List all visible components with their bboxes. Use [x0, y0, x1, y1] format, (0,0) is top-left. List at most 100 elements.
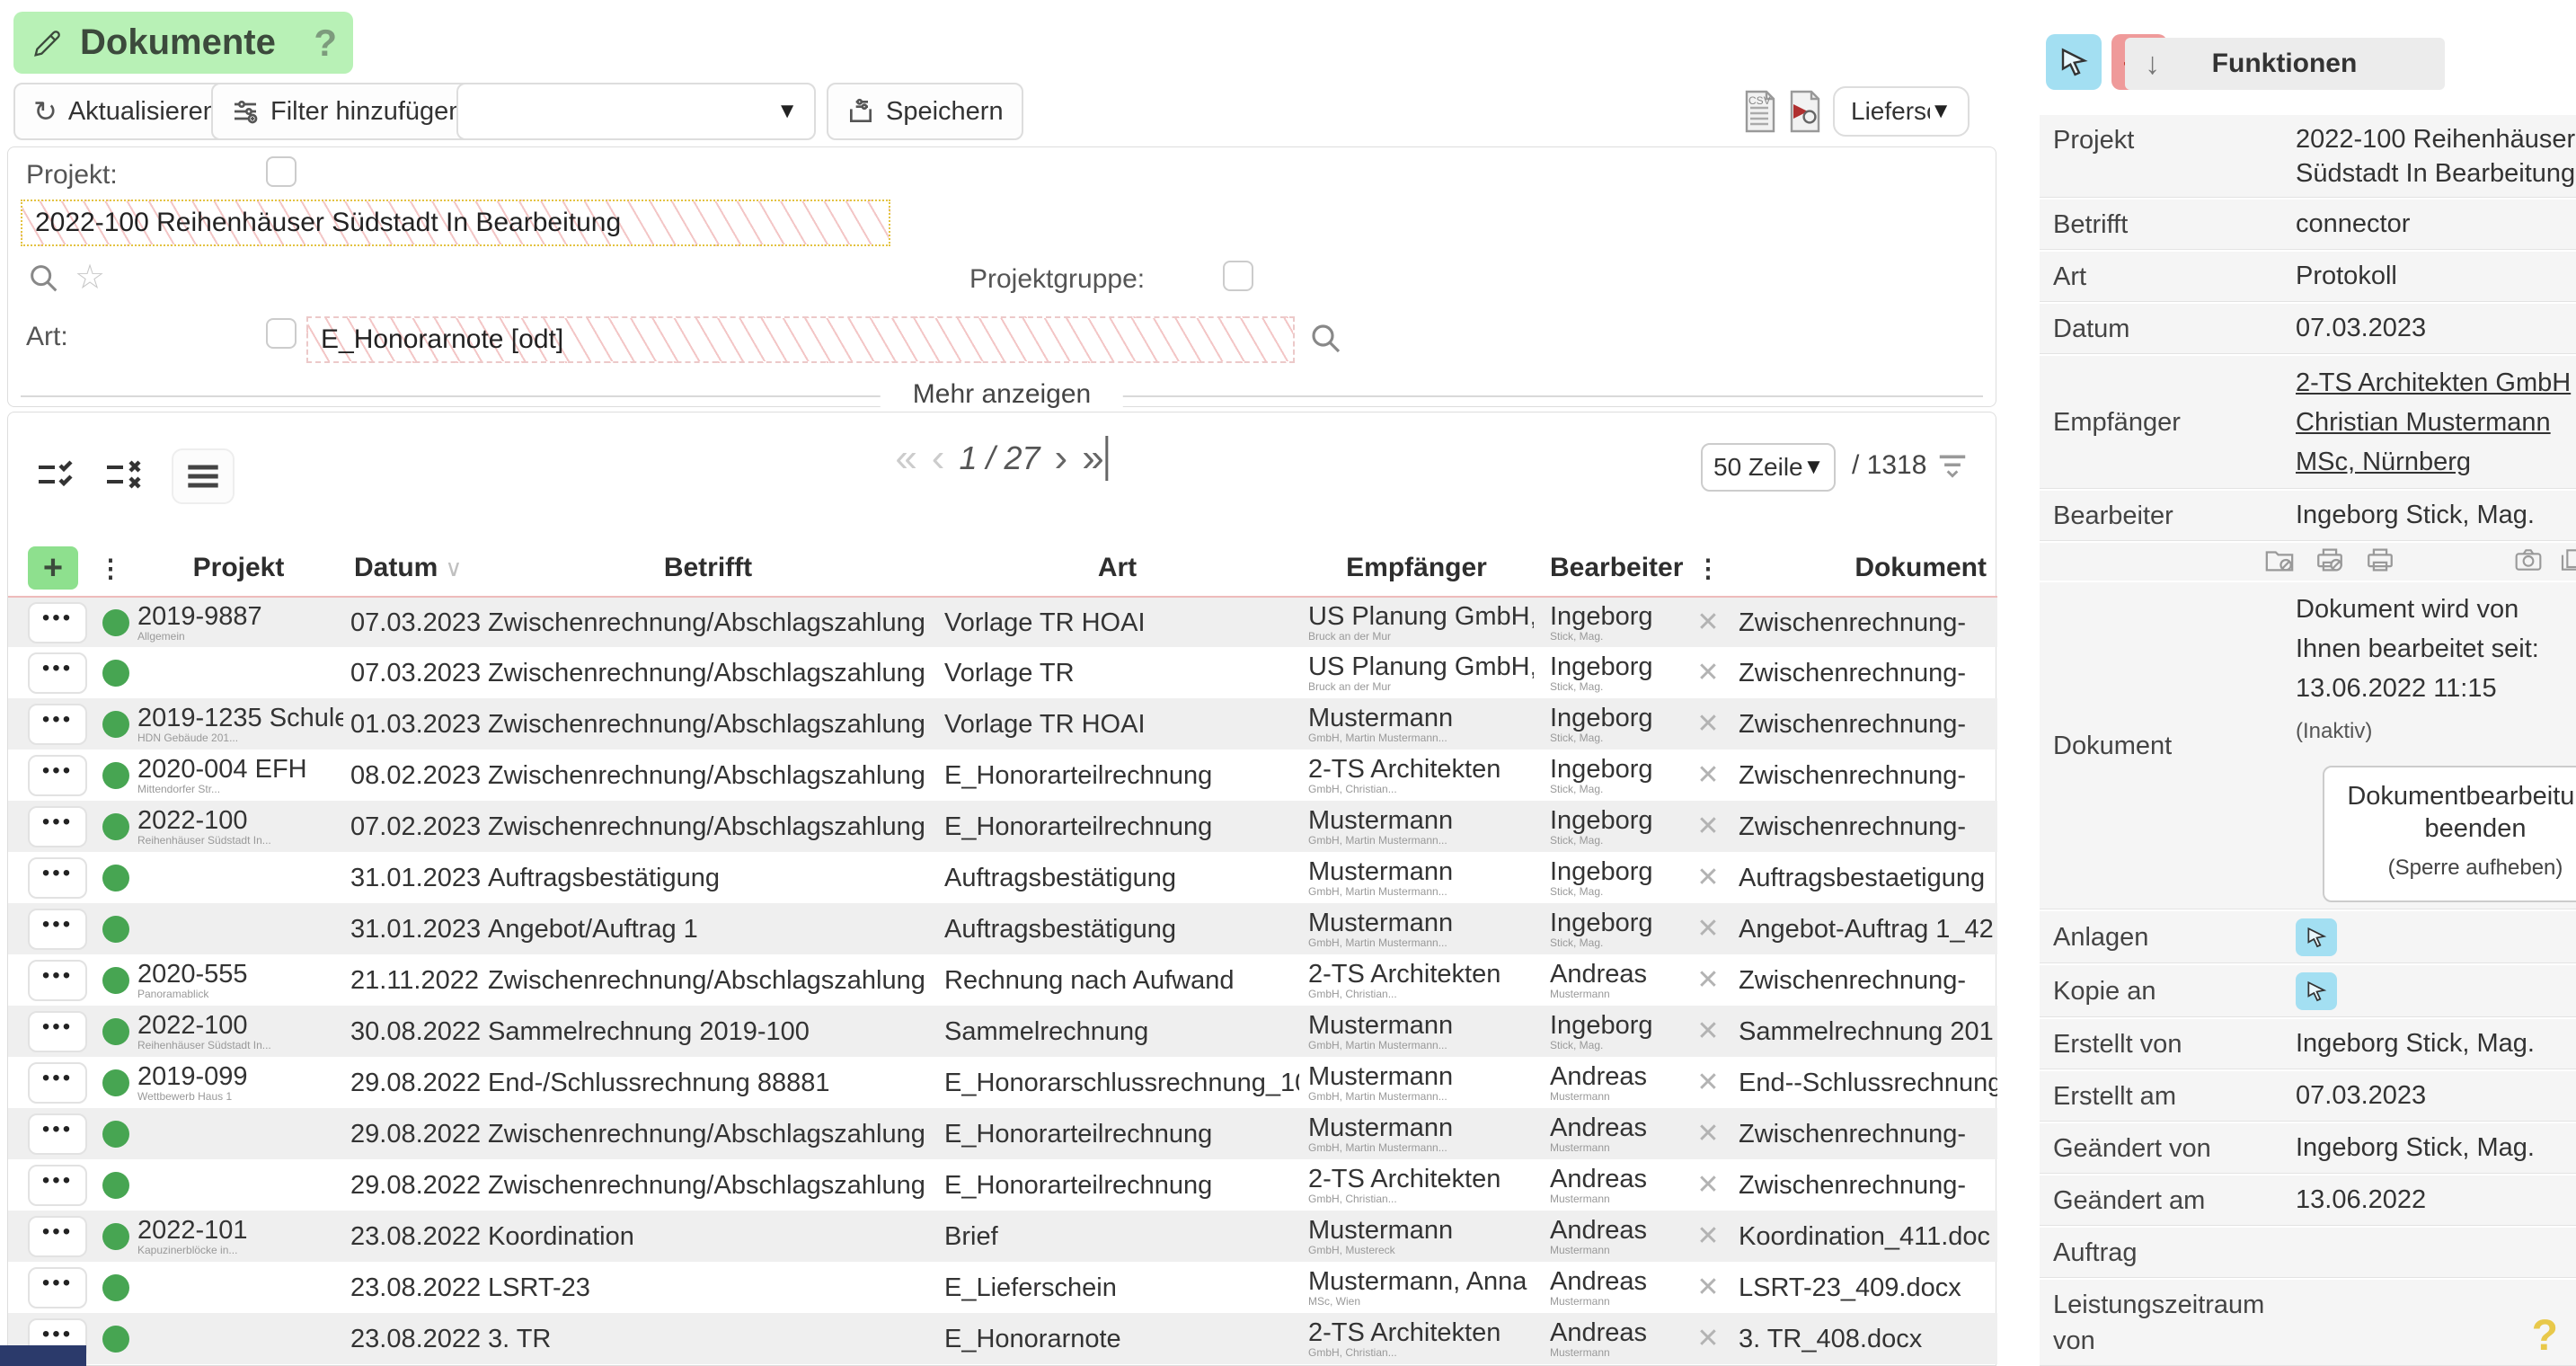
- art-filter-input[interactable]: E_Honorarnote [odt]: [306, 316, 1295, 363]
- empfaenger-link[interactable]: 2-TS Architekten GmbH Christian Musterma…: [2296, 356, 2576, 489]
- save-button[interactable]: Speichern: [827, 83, 1023, 140]
- art-search-icon[interactable]: [1307, 320, 1345, 362]
- dokument-link[interactable]: Koordination_411.doc: [1739, 1222, 1997, 1251]
- row-menu-button[interactable]: •••: [28, 1216, 87, 1257]
- favorite-star-icon[interactable]: ☆: [75, 257, 105, 297]
- remove-x-icon[interactable]: ✕: [1685, 862, 1731, 893]
- remove-x-icon[interactable]: ✕: [1685, 1016, 1731, 1047]
- row-menu-button[interactable]: •••: [28, 806, 87, 847]
- row-menu-button[interactable]: •••: [28, 1062, 87, 1104]
- print-disabled-icon[interactable]: [2315, 546, 2345, 578]
- dokument-link[interactable]: Zwischenrechnung-: [1739, 1171, 1997, 1200]
- remove-x-icon[interactable]: ✕: [1685, 913, 1731, 945]
- next-page-button[interactable]: ›: [1055, 436, 1068, 481]
- saved-filter-select[interactable]: ▼: [456, 83, 816, 140]
- copy-icon[interactable]: [2559, 546, 2576, 578]
- table-row[interactable]: •••31.01.2023AuftragsbestätigungAuftrags…: [8, 852, 1997, 903]
- remove-x-icon[interactable]: ✕: [1685, 1323, 1731, 1354]
- panel-help-icon[interactable]: ?: [2532, 1311, 2558, 1361]
- dokument-link[interactable]: Zwischenrechnung-: [1739, 608, 1997, 637]
- column-header-dokument[interactable]: Dokument: [1731, 553, 1997, 583]
- select-all-icon[interactable]: [35, 457, 78, 497]
- dokument-link[interactable]: Zwischenrechnung-: [1739, 659, 1997, 687]
- row-menu-button[interactable]: •••: [28, 857, 87, 899]
- remove-x-icon[interactable]: ✕: [1685, 1118, 1731, 1149]
- projekt-search-icon[interactable]: [26, 261, 62, 301]
- column-header-projekt[interactable]: Projekt: [134, 553, 343, 583]
- dokument-link[interactable]: 3. TR_408.docx: [1739, 1325, 1997, 1353]
- column-kebab-icon[interactable]: ⋮: [1685, 554, 1731, 583]
- table-row[interactable]: •••29.08.2022Zwischenrechnung/Abschlagsz…: [8, 1159, 1997, 1211]
- remove-x-icon[interactable]: ✕: [1685, 607, 1731, 638]
- column-kebab-icon[interactable]: ⋮: [98, 554, 134, 583]
- dokument-link[interactable]: Auftragsbestaetigung: [1739, 864, 1997, 892]
- column-header-datum[interactable]: Datum ∨: [343, 553, 481, 583]
- table-row[interactable]: •••2020-555Panoramablick21.11.2022Zwisch…: [8, 954, 1997, 1006]
- column-header-empfaenger[interactable]: Empfänger: [1299, 553, 1534, 583]
- first-page-button[interactable]: «: [895, 436, 916, 481]
- remove-x-icon[interactable]: ✕: [1685, 1067, 1731, 1098]
- row-menu-button[interactable]: •••: [28, 704, 87, 745]
- remove-x-icon[interactable]: ✕: [1685, 759, 1731, 791]
- show-more-link[interactable]: Mehr anzeigen: [881, 379, 1123, 410]
- help-icon[interactable]: ?: [314, 22, 337, 65]
- add-document-button[interactable]: +: [28, 546, 78, 590]
- table-row[interactable]: •••2019-9887Allgemein07.03.2023Zwischenr…: [8, 596, 1997, 647]
- dokument-link[interactable]: End--Schlussrechnung: [1739, 1069, 1997, 1097]
- row-menu-button[interactable]: •••: [28, 755, 87, 796]
- refresh-button[interactable]: ↻ Aktualisieren: [13, 83, 237, 140]
- column-header-bearbeiter[interactable]: Bearbeiter: [1534, 553, 1685, 583]
- scan-icon[interactable]: [2514, 546, 2543, 578]
- dokument-link[interactable]: Zwischenrechnung-: [1739, 761, 1997, 790]
- dokument-link[interactable]: Zwischenrechnung-: [1739, 1120, 1997, 1149]
- remove-x-icon[interactable]: ✕: [1685, 1220, 1731, 1252]
- dokument-link[interactable]: Zwischenrechnung-: [1739, 966, 1997, 995]
- table-menu-button[interactable]: [172, 448, 235, 504]
- projektgruppe-checkbox[interactable]: [1223, 261, 1253, 291]
- folder-disabled-icon[interactable]: [2264, 546, 2295, 578]
- pdf-export-icon[interactable]: [1786, 90, 1822, 133]
- row-menu-button[interactable]: •••: [28, 602, 87, 643]
- anlagen-pointer-button[interactable]: [2296, 918, 2337, 956]
- remove-x-icon[interactable]: ✕: [1685, 657, 1731, 688]
- art-filter-checkbox[interactable]: [266, 318, 297, 349]
- table-row[interactable]: •••23.08.20223. TRE_Honorarnote2-TS Arch…: [8, 1313, 1997, 1364]
- rows-per-page-dropdown[interactable]: 50 Zeile ▼: [1701, 443, 1836, 492]
- prev-page-button[interactable]: ‹: [932, 436, 945, 481]
- row-menu-button[interactable]: •••: [28, 1113, 87, 1155]
- deselect-all-icon[interactable]: [103, 457, 146, 497]
- doc-type-dropdown[interactable]: Liefersch ▼: [1833, 86, 1970, 137]
- remove-x-icon[interactable]: ✕: [1685, 811, 1731, 842]
- remove-x-icon[interactable]: ✕: [1685, 964, 1731, 996]
- table-row[interactable]: •••2022-100Reihenhäuser Südstadt In...07…: [8, 801, 1997, 852]
- table-row[interactable]: •••2022-101Kapuzinerblöcke in...23.08.20…: [8, 1211, 1997, 1262]
- add-filter-button[interactable]: Filter hinzufügen: [211, 83, 482, 140]
- row-menu-button[interactable]: •••: [28, 652, 87, 694]
- table-row[interactable]: •••2020-004 EFHMittendorfer Str...08.02.…: [8, 750, 1997, 801]
- table-row[interactable]: •••2019-1235 SchuleHDN Gebäude 201...01.…: [8, 698, 1997, 750]
- remove-x-icon[interactable]: ✕: [1685, 708, 1731, 740]
- projekt-filter-checkbox[interactable]: [266, 156, 297, 187]
- row-menu-button[interactable]: •••: [28, 1011, 87, 1052]
- row-menu-button[interactable]: •••: [28, 909, 87, 950]
- remove-x-icon[interactable]: ✕: [1685, 1169, 1731, 1201]
- row-menu-button[interactable]: •••: [28, 1267, 87, 1308]
- csv-export-icon[interactable]: CSV: [1741, 90, 1777, 133]
- table-row[interactable]: •••29.08.2022Zwischenrechnung/Abschlagsz…: [8, 1108, 1997, 1159]
- pointer-select-button[interactable]: [2046, 34, 2102, 90]
- end-editing-button[interactable]: Dokumentbearbeitung beenden (Sperre aufh…: [2323, 766, 2576, 902]
- column-header-art[interactable]: Art: [935, 553, 1299, 583]
- print-icon[interactable]: [2365, 546, 2395, 578]
- dokument-link[interactable]: Zwischenrechnung-: [1739, 812, 1997, 841]
- table-row[interactable]: •••31.01.2023Angebot/Auftrag 1Auftragsbe…: [8, 903, 1997, 954]
- projekt-filter-input[interactable]: 2022-100 Reihenhäuser Südstadt In Bearbe…: [21, 200, 890, 246]
- remove-x-icon[interactable]: ✕: [1685, 1272, 1731, 1303]
- functions-header[interactable]: ↓ Funktionen: [2125, 38, 2445, 90]
- last-page-button[interactable]: »: [1082, 436, 1108, 481]
- row-count-icon[interactable]: [1936, 452, 1969, 485]
- table-row[interactable]: •••23.08.2022LSRT-23E_LieferscheinMuster…: [8, 1262, 1997, 1313]
- table-row[interactable]: •••07.03.2023Zwischenrechnung/Abschlagsz…: [8, 647, 1997, 698]
- table-row[interactable]: •••2022-100Reihenhäuser Südstadt In...30…: [8, 1006, 1997, 1057]
- kopie-an-pointer-button[interactable]: [2296, 972, 2337, 1010]
- dokument-link[interactable]: Sammelrechnung 201: [1739, 1017, 1997, 1046]
